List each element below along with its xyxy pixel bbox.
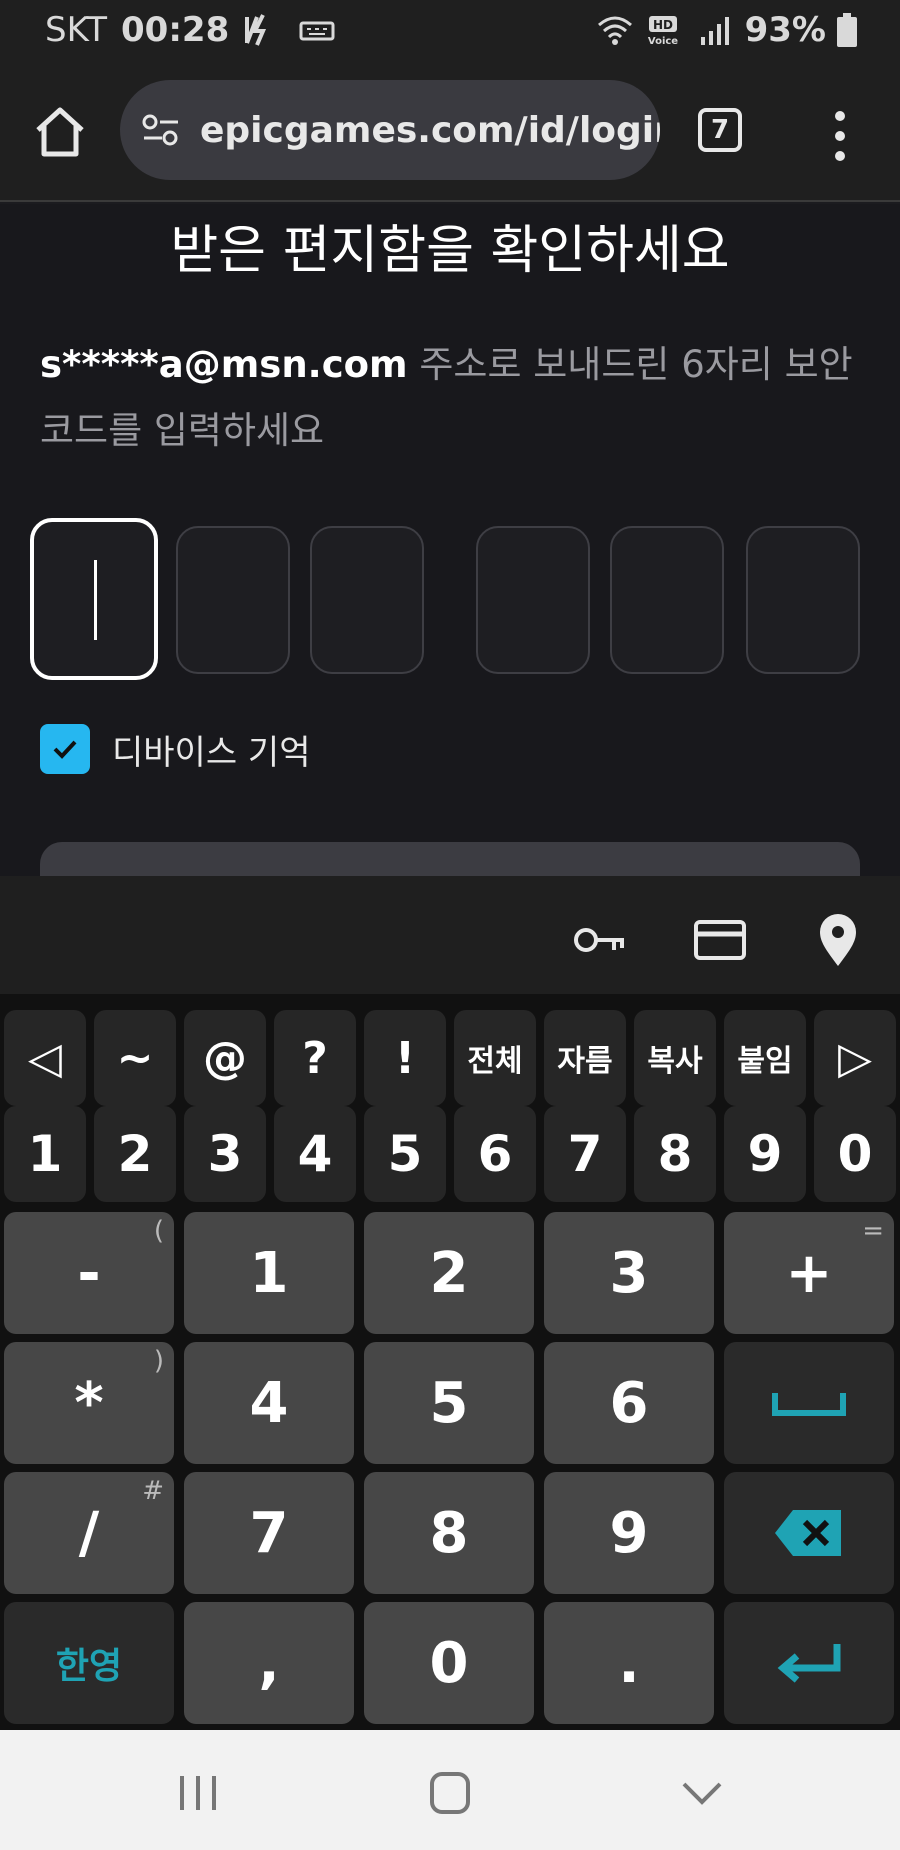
- browser-toolbar: epicgames.com/id/login 7: [0, 62, 900, 202]
- key-6[interactable]: 자름: [544, 1010, 626, 1106]
- key-digit-5[interactable]: 5: [364, 1106, 446, 1202]
- key-digit-3[interactable]: 3: [184, 1106, 266, 1202]
- check-icon: [53, 740, 77, 759]
- key-3[interactable]: ?: [274, 1010, 356, 1106]
- tab-count: 7: [710, 115, 730, 145]
- clock: 00:28: [121, 10, 230, 50]
- key-4[interactable]: 4: [184, 1342, 354, 1464]
- address-bar[interactable]: epicgames.com/id/login: [120, 80, 660, 180]
- page-title: 받은 편지함을 확인하세요: [170, 221, 730, 281]
- key-0[interactable]: ◁: [4, 1010, 86, 1106]
- url-text: epicgames.com/id/login: [200, 109, 660, 151]
- key-1[interactable]: ~: [94, 1010, 176, 1106]
- key-2[interactable]: @: [184, 1010, 266, 1106]
- key-7[interactable]: 복사: [634, 1010, 716, 1106]
- language-toggle-key[interactable]: 한영: [4, 1602, 174, 1724]
- code-digit-5[interactable]: [610, 526, 724, 674]
- remember-device-label: 디바이스 기억: [112, 732, 311, 773]
- instruction-text: s*****a@msn.com 주소로 보내드린 6자리 보안 코드를 입력하세…: [40, 332, 860, 464]
- security-code-inputs: [30, 514, 870, 680]
- key-4[interactable]: !: [364, 1010, 446, 1106]
- key-8[interactable]: 8: [364, 1472, 534, 1594]
- key-secondary-label: ): [153, 1346, 164, 1376]
- keyboard: ◁ ~ @?! 전체 자름 복사 붙임 ▷ 1234567890 -(1 2 3 + = *) 4 5 6/#…: [0, 994, 900, 1730]
- key-digit-1[interactable]: 1: [4, 1106, 86, 1202]
- key-,[interactable]: ,: [184, 1602, 354, 1724]
- key-8[interactable]: 붙임: [724, 1010, 806, 1106]
- home-icon[interactable]: [30, 102, 90, 162]
- key-digit-7[interactable]: 7: [544, 1106, 626, 1202]
- key-+[interactable]: + =: [724, 1212, 894, 1334]
- backspace-icon: [775, 1510, 841, 1556]
- key-secondary-label: (: [153, 1216, 164, 1246]
- status-bar: SKT 00:28 HD Voice 93%: [0, 0, 900, 62]
- recent-apps-icon[interactable]: [168, 1768, 228, 1818]
- site-settings-icon[interactable]: [140, 109, 182, 151]
- space-key[interactable]: [724, 1342, 894, 1464]
- key-secondary-label: #: [142, 1476, 164, 1506]
- hd-voice-icon: HD Voice: [648, 16, 678, 47]
- key-digit-8[interactable]: 8: [634, 1106, 716, 1202]
- svg-text:Voice: Voice: [648, 36, 678, 47]
- credit-card-icon[interactable]: [690, 910, 750, 970]
- remember-device[interactable]: 디바이스 기억: [40, 724, 311, 774]
- key-9[interactable]: ▷: [814, 1010, 896, 1106]
- keyboard-toolbar: [0, 876, 900, 994]
- remember-device-checkbox[interactable]: [40, 724, 90, 774]
- keyboard-icon: [299, 21, 335, 41]
- code-digit-1[interactable]: [30, 518, 158, 680]
- text-caret: [94, 560, 97, 640]
- code-digit-2[interactable]: [176, 526, 290, 674]
- continue-button[interactable]: [40, 842, 860, 876]
- more-menu-icon[interactable]: [822, 106, 858, 166]
- backspace-key[interactable]: [724, 1472, 894, 1594]
- signal-icon: [700, 17, 729, 45]
- key-5[interactable]: 5: [364, 1342, 534, 1464]
- key-6[interactable]: 6: [544, 1342, 714, 1464]
- carrier-label: SKT: [45, 10, 108, 50]
- home-nav-icon[interactable]: [420, 1768, 480, 1818]
- code-digit-6[interactable]: [746, 526, 860, 674]
- key-digit-4[interactable]: 4: [274, 1106, 356, 1202]
- tab-switcher-button[interactable]: 7: [698, 108, 742, 152]
- login-page: 받은 편지함을 확인하세요 s*****a@msn.com 주소로 보내드린 6…: [0, 204, 900, 876]
- key-0[interactable]: 0: [364, 1602, 534, 1724]
- key-1[interactable]: 1: [184, 1212, 354, 1334]
- svg-text:HD: HD: [653, 18, 673, 32]
- key-9[interactable]: 9: [544, 1472, 714, 1594]
- key-secondary-label: =: [862, 1216, 884, 1246]
- battery-icon: [837, 13, 857, 47]
- flash-icon: [245, 14, 267, 46]
- navigation-bar: [0, 1730, 900, 1850]
- wifi-icon: [597, 16, 632, 45]
- key-digit-6[interactable]: 6: [454, 1106, 536, 1202]
- key-/[interactable]: / #: [4, 1472, 174, 1594]
- key-digit-9[interactable]: 9: [724, 1106, 806, 1202]
- enter-icon: [777, 1644, 841, 1683]
- keyboard-shortcut-row: ◁ ~ @?! 전체 자름 복사 붙임 ▷: [0, 1002, 900, 1106]
- masked-email: s*****a@msn.com: [40, 343, 408, 386]
- key-icon[interactable]: [570, 910, 630, 970]
- battery-percent: 93%: [744, 10, 826, 50]
- space-icon: [772, 1393, 846, 1416]
- code-digit-3[interactable]: [310, 526, 424, 674]
- key-7[interactable]: 7: [184, 1472, 354, 1594]
- location-pin-icon[interactable]: [808, 910, 868, 970]
- key-2[interactable]: 2: [364, 1212, 534, 1334]
- key-*[interactable]: *): [4, 1342, 174, 1464]
- key-.[interactable]: .: [544, 1602, 714, 1724]
- key-digit-0[interactable]: 0: [814, 1106, 896, 1202]
- back-nav-icon[interactable]: [672, 1768, 732, 1818]
- key-5[interactable]: 전체: [454, 1010, 536, 1106]
- key-digit-2[interactable]: 2: [94, 1106, 176, 1202]
- code-digit-4[interactable]: [476, 526, 590, 674]
- key-3[interactable]: 3: [544, 1212, 714, 1334]
- enter-key[interactable]: [724, 1602, 894, 1724]
- key--[interactable]: -(: [4, 1212, 174, 1334]
